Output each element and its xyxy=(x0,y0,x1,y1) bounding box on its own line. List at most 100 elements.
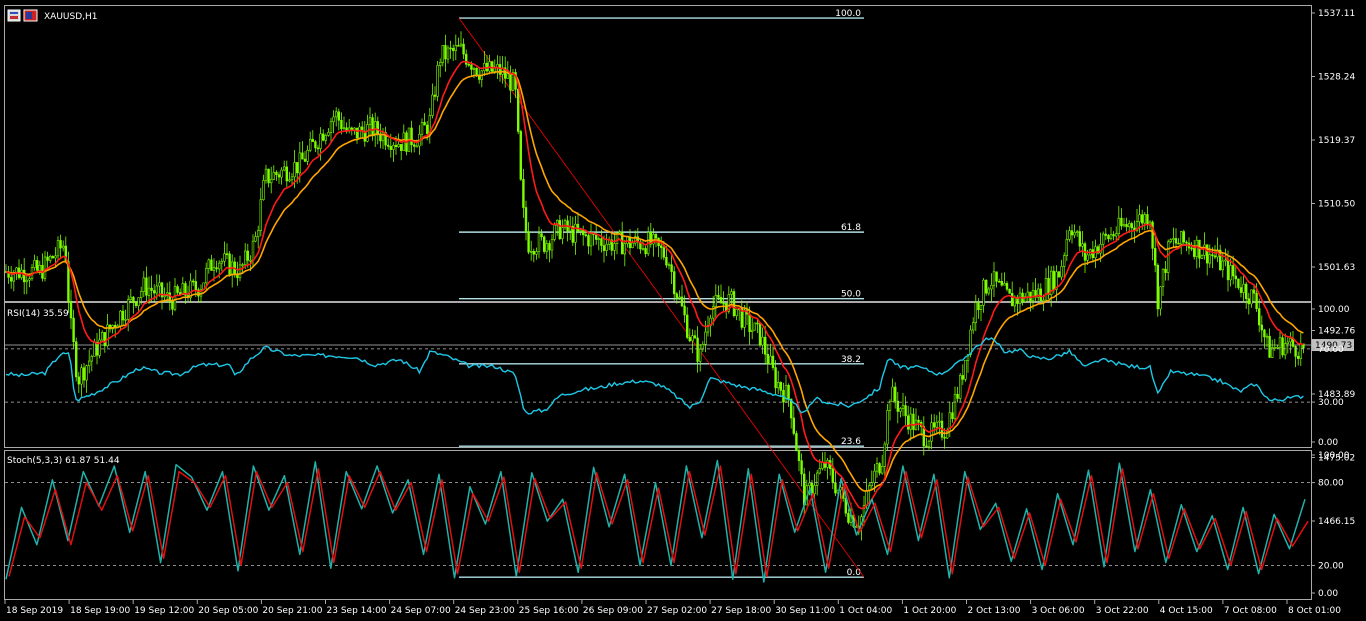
candle-body xyxy=(961,375,965,380)
price-tick-label: 1519.37 xyxy=(1318,136,1355,146)
stoch-title: Stoch(5,3,3) 61.87 51.44 xyxy=(7,456,120,466)
candle-body xyxy=(275,171,278,175)
candle-body xyxy=(878,463,881,474)
candle-body xyxy=(1252,289,1256,294)
candle-body xyxy=(815,472,819,486)
candle-body xyxy=(1164,268,1167,273)
candle-body xyxy=(150,287,153,291)
candle-body xyxy=(194,281,197,291)
candle-body xyxy=(581,229,585,235)
candle-body xyxy=(1039,288,1043,302)
candle-body xyxy=(277,174,281,178)
candle-body xyxy=(1224,259,1227,262)
candle-body xyxy=(256,230,260,237)
candle-body xyxy=(750,329,754,332)
candle-body xyxy=(665,256,668,266)
candle-body xyxy=(228,253,231,276)
candle-body xyxy=(1299,343,1303,359)
candle-body xyxy=(932,422,936,428)
candle-body xyxy=(392,144,395,150)
candle-body xyxy=(1159,286,1162,310)
candle-body xyxy=(641,248,645,250)
candle-body xyxy=(1250,289,1253,305)
candle-body xyxy=(420,122,424,135)
candle-body xyxy=(155,285,158,294)
candle-body xyxy=(990,284,993,290)
candle-body xyxy=(212,267,216,271)
candle-body xyxy=(54,255,57,259)
candle-body xyxy=(355,127,359,139)
candle-body xyxy=(173,286,177,310)
candle-body xyxy=(1265,335,1269,338)
candle-body xyxy=(1003,283,1006,286)
time-tick-label: 2 Oct 13:00 xyxy=(968,606,1021,616)
candle-body xyxy=(241,264,244,266)
time-tick-label: 25 Sep 16:00 xyxy=(519,606,579,616)
candle-body xyxy=(124,319,127,321)
candle-body xyxy=(249,259,252,262)
candle-body xyxy=(285,166,288,182)
candle-body xyxy=(971,322,975,331)
candle-body xyxy=(561,227,564,239)
candle-body xyxy=(667,264,671,267)
candle-body xyxy=(680,296,684,307)
candle-body xyxy=(784,385,788,403)
candle-body xyxy=(254,236,257,242)
candle-body xyxy=(35,260,39,271)
candle-body xyxy=(298,152,301,174)
candle-body xyxy=(802,473,806,506)
rsi-tick-label: 30.00 xyxy=(1318,398,1344,408)
candle-body xyxy=(1239,287,1243,293)
candle-body xyxy=(142,277,145,292)
candle-body xyxy=(888,401,892,411)
candle-body xyxy=(332,116,335,123)
candle-body xyxy=(51,256,55,259)
candle-body xyxy=(1294,346,1297,357)
candle-body xyxy=(59,240,62,249)
candle-body xyxy=(589,233,593,247)
candle-body xyxy=(821,461,824,469)
time-axis: 18 Sep 2019 18 Sep 19:00 19 Sep 12:00 20 Se… xyxy=(4,600,1341,616)
price-tick-label: 1510.50 xyxy=(1318,200,1355,210)
candle-body xyxy=(613,243,616,251)
candle-body xyxy=(1260,324,1264,331)
candle-body xyxy=(25,279,28,283)
candle-body xyxy=(459,43,463,47)
candle-body xyxy=(290,176,294,181)
time-tick-label: 24 Sep 23:00 xyxy=(455,606,515,616)
candle-body xyxy=(1242,283,1245,293)
candle-body xyxy=(33,260,36,268)
candle-body xyxy=(691,335,694,342)
candle-body xyxy=(1167,241,1170,273)
price-tick-label: 1492.76 xyxy=(1318,327,1355,337)
candle-body xyxy=(72,317,75,343)
candle-body xyxy=(1154,248,1157,266)
candle-body xyxy=(516,88,520,132)
candle-body xyxy=(506,73,509,79)
candle-body xyxy=(909,413,913,430)
candle-body xyxy=(964,359,967,380)
candle-body xyxy=(891,386,894,402)
time-tick-label: 23 Sep 14:00 xyxy=(327,606,387,616)
candle-body xyxy=(670,264,673,272)
candle-body xyxy=(158,282,161,287)
candle-body xyxy=(880,465,884,474)
candle-body xyxy=(906,415,910,430)
candle-body xyxy=(787,385,790,400)
candle-body xyxy=(1234,275,1238,280)
candle-body xyxy=(1005,283,1009,290)
candle-body xyxy=(644,248,647,255)
candle-body xyxy=(1102,233,1105,245)
candle-body xyxy=(210,259,213,271)
candle-body xyxy=(654,234,658,239)
stoch-tick-label: 80.00 xyxy=(1318,479,1344,489)
candle-body xyxy=(847,512,850,523)
candle-body xyxy=(470,64,473,70)
fibonacci-level-label: 61.8 xyxy=(841,223,861,233)
candle-body xyxy=(293,162,296,178)
candle-body xyxy=(1057,271,1061,278)
candle-body xyxy=(696,337,699,362)
candle-body xyxy=(522,179,525,208)
candle-body xyxy=(1112,234,1115,237)
candle-body xyxy=(472,67,476,70)
